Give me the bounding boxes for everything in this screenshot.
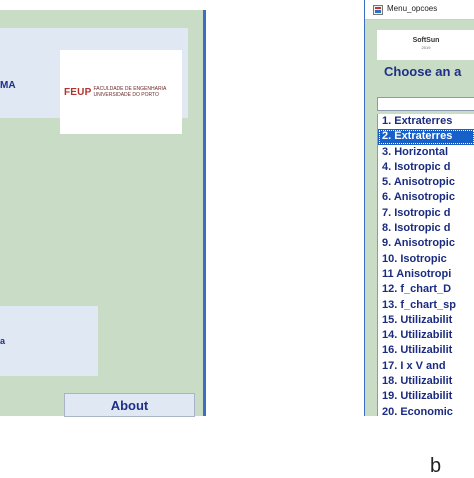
- options-listbox[interactable]: 1. Extraterres 2. Extraterres 3. Horizonta…: [377, 114, 474, 416]
- window-title: Menu_opcoes: [387, 4, 438, 13]
- choose-prompt: Choose an a: [384, 64, 462, 79]
- list-item[interactable]: 4. Isotropic d: [378, 160, 474, 175]
- feup-logo: FEUP FACULDADE DE ENGENHARIA UNIVERSIDAD…: [60, 50, 182, 134]
- title-bar: Menu_opcoes: [365, 0, 474, 20]
- about-button[interactable]: About: [64, 393, 195, 417]
- list-item[interactable]: 3. Horizontal: [378, 145, 474, 160]
- feup-logo-line2: UNIVERSIDADE DO PORTO: [93, 92, 159, 98]
- info-panel-fragment: a: [0, 336, 6, 346]
- list-item[interactable]: 20. Economic: [378, 405, 474, 416]
- list-item[interactable]: 13. f_chart_sp: [378, 298, 474, 313]
- list-item[interactable]: 17. I x V and: [378, 359, 474, 374]
- app-icon: [373, 5, 383, 15]
- header-title-fragment: MA: [0, 80, 16, 91]
- info-panel: a: [0, 306, 98, 376]
- feup-logo-subtitle: FACULDADE DE ENGENHARIA UNIVERSIDADE DO …: [93, 86, 166, 98]
- list-item[interactable]: 7. Isotropic d: [378, 206, 474, 221]
- list-item[interactable]: 12. f_chart_D: [378, 282, 474, 297]
- list-item[interactable]: 9. Anisotropic: [378, 236, 474, 251]
- left-window: MA FEUP FACULDADE DE ENGENHARIA UNIVERSI…: [0, 10, 206, 417]
- list-item[interactable]: 5. Anisotropic: [378, 175, 474, 190]
- list-item[interactable]: 15. Utilizabilit: [378, 313, 474, 328]
- list-item[interactable]: 8. Isotropic d: [378, 221, 474, 236]
- feup-logo-mark: FEUP: [64, 86, 92, 98]
- list-item[interactable]: 10. Isotropic: [378, 252, 474, 267]
- softsun-logo: SoftSun 2019: [377, 30, 474, 60]
- header-panel: MA FEUP FACULDADE DE ENGENHARIA UNIVERSI…: [0, 28, 188, 134]
- list-item[interactable]: 11 Anisotropi: [378, 267, 474, 282]
- list-filter-box[interactable]: [377, 97, 474, 111]
- caption-fragment: b: [430, 455, 442, 477]
- softsun-logo-name: SoftSun: [412, 37, 440, 44]
- list-item[interactable]: 2. Extraterres: [378, 129, 474, 145]
- list-item[interactable]: 1. Extraterres: [378, 114, 474, 129]
- list-item[interactable]: 18. Utilizabilit: [378, 374, 474, 389]
- list-item[interactable]: 16. Utilizabilit: [378, 343, 474, 358]
- list-item[interactable]: 14. Utilizabilit: [378, 328, 474, 343]
- softsun-logo-year: 2019: [421, 45, 431, 50]
- list-item[interactable]: 19. Utilizabilit: [378, 389, 474, 404]
- menu-window: Menu_opcoes SoftSun 2019 Choose an a 1. …: [364, 0, 474, 416]
- list-item[interactable]: 6. Anisotropic: [378, 190, 474, 205]
